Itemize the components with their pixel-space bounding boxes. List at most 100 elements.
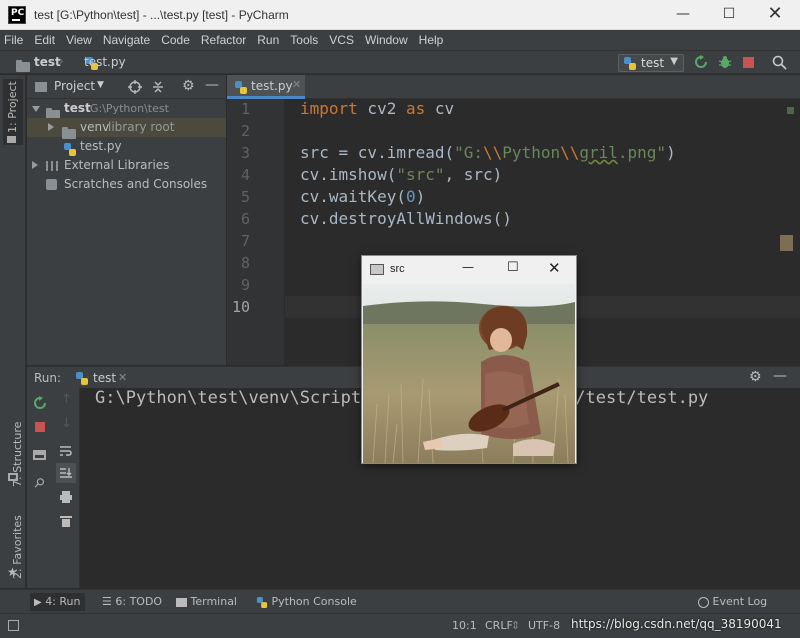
tree-item-label: External Libraries xyxy=(64,158,170,172)
code-line-1: import cv2 as cv xyxy=(300,99,455,118)
console-output-end: n/test/test.py xyxy=(565,388,709,408)
line-number: 6 xyxy=(240,210,250,228)
collapse-all-icon[interactable] xyxy=(151,80,165,94)
window-title-bar: PC test [G:\Python\test] - ...\test.py [… xyxy=(0,0,800,30)
scroll-to-end-icon xyxy=(60,468,72,478)
tree-item-test[interactable]: test G:\Python\test xyxy=(27,99,226,120)
soft-wrap-icon[interactable] xyxy=(59,444,73,458)
run-toolbar-left: ⚲ xyxy=(27,388,53,588)
close-icon[interactable]: ✕ xyxy=(548,259,561,277)
chevron-down-icon[interactable]: ▼ xyxy=(97,80,104,90)
minimize-icon[interactable]: — xyxy=(660,0,706,30)
run-tab[interactable]: test xyxy=(93,371,116,385)
search-icon[interactable] xyxy=(772,55,787,70)
settings-gear-icon[interactable]: ⚙ xyxy=(182,78,195,94)
menu-window[interactable]: Window xyxy=(365,33,408,47)
menu-code[interactable]: Code xyxy=(161,33,190,47)
code-line-3: src = cv.imread("G:\\Python\\gril.png") xyxy=(300,143,676,162)
menu-tools[interactable]: Tools xyxy=(290,33,318,47)
menu-edit[interactable]: Edit xyxy=(34,33,55,47)
editor-tab-label: test.py xyxy=(251,79,293,93)
line-number-current: 10 xyxy=(231,298,250,316)
run-configuration-select[interactable]: test ▼ xyxy=(618,54,684,72)
line-number: 2 xyxy=(240,122,250,140)
menu-vcs[interactable]: VCS xyxy=(329,33,354,47)
event-log-icon xyxy=(698,596,709,608)
menu-view[interactable]: View xyxy=(66,33,92,47)
scratches-icon xyxy=(46,179,57,190)
pin-icon[interactable]: ⚲ xyxy=(30,475,47,492)
stop-icon[interactable] xyxy=(35,422,45,432)
rerun-icon[interactable] xyxy=(694,55,708,69)
line-number: 5 xyxy=(240,188,250,206)
menu-refactor[interactable]: Refactor xyxy=(201,33,246,47)
up-arrow-icon[interactable]: ↑ xyxy=(61,392,72,407)
tool-tab-terminal[interactable]: Terminal xyxy=(176,593,237,611)
locate-icon[interactable] xyxy=(128,80,142,94)
rerun-icon[interactable] xyxy=(33,396,47,410)
tree-item-external-libraries[interactable]: External Libraries xyxy=(27,156,226,175)
project-tool-tab-label: 1: Project xyxy=(6,81,19,133)
close-tab-icon[interactable]: ✕ xyxy=(118,371,127,384)
status-bar: 10:1 CRLF ⇕ UTF-8 https://blog.csdn.net/… xyxy=(0,613,800,638)
project-view-icon xyxy=(35,82,47,92)
line-number: 8 xyxy=(240,254,250,272)
run-label: Run: xyxy=(34,371,62,385)
collapsed-arrow-icon xyxy=(48,123,54,131)
image-window[interactable]: src — ☐ ✕ xyxy=(361,255,577,464)
tool-tab-run[interactable]: ▶ 4: Run xyxy=(30,593,85,611)
hide-panel-icon[interactable]: — xyxy=(773,368,787,384)
python-console-icon xyxy=(256,596,268,608)
tree-item-label: test.py xyxy=(80,139,122,153)
menu-run[interactable]: Run xyxy=(257,33,279,47)
tool-tab-event-log[interactable]: Event Log xyxy=(698,593,767,611)
tree-item-label: Scratches and Consoles xyxy=(64,177,208,191)
close-tab-icon[interactable]: ✕ xyxy=(292,78,301,91)
scrollbar-thumb[interactable] xyxy=(780,235,793,251)
menu-file[interactable]: File xyxy=(4,33,23,47)
hide-panel-icon[interactable]: — xyxy=(205,77,219,93)
tool-tab-todo[interactable]: ☰ 6: TODO xyxy=(102,593,162,611)
caret-position[interactable]: 10:1 xyxy=(452,619,477,632)
tool-tab-python-console[interactable]: Python Console xyxy=(256,593,357,611)
layout-icon[interactable] xyxy=(33,450,46,460)
minimize-icon[interactable]: — xyxy=(462,260,474,274)
code-line-6: cv.destroyAllWindows() xyxy=(300,209,512,228)
tree-item-venv[interactable]: venv library root xyxy=(27,118,226,139)
structure-icon xyxy=(8,473,18,481)
editor-tab-test-py[interactable]: test.py ✕ xyxy=(227,75,305,99)
tree-item-scratches[interactable]: Scratches and Consoles xyxy=(27,175,226,194)
file-encoding[interactable]: UTF-8 xyxy=(528,619,560,632)
tree-item-test-py[interactable]: test.py xyxy=(27,137,226,156)
image-window-title: src xyxy=(390,263,405,275)
down-arrow-icon[interactable]: ↓ xyxy=(61,416,72,431)
scroll-to-end-toggle[interactable] xyxy=(56,463,76,483)
run-toolbar-right: ↑ ↓ xyxy=(53,388,80,588)
breadcrumb-file[interactable]: test.py xyxy=(84,55,126,69)
tool-windows-toggle-icon[interactable] xyxy=(8,620,19,631)
line-separator-chevron-icon: ⇕ xyxy=(511,619,521,632)
line-number: 1 xyxy=(240,100,250,118)
tree-item-label: test xyxy=(64,101,91,115)
maximize-icon[interactable]: ☐ xyxy=(706,0,752,30)
menu-navigate[interactable]: Navigate xyxy=(103,33,150,47)
project-tool-tab[interactable]: 1: Project xyxy=(3,79,23,145)
project-view-select[interactable]: Project xyxy=(54,79,95,93)
maximize-icon[interactable]: ☐ xyxy=(507,260,519,275)
stop-icon[interactable] xyxy=(743,57,754,68)
project-panel: Project ▼ ⚙ — test G:\Python\test venv l… xyxy=(27,75,226,365)
line-number: 7 xyxy=(240,232,250,250)
menu-help[interactable]: Help xyxy=(419,33,444,47)
breadcrumb-project[interactable]: test xyxy=(34,55,61,69)
debug-icon[interactable] xyxy=(718,55,732,69)
line-separator[interactable]: CRLF xyxy=(485,619,513,632)
close-icon[interactable]: ✕ xyxy=(752,0,798,30)
settings-gear-icon[interactable]: ⚙ xyxy=(749,369,762,385)
trash-icon[interactable] xyxy=(59,514,73,528)
print-icon[interactable] xyxy=(59,490,73,504)
code-line-5: cv.waitKey(0) xyxy=(300,187,426,206)
left-tool-stripe: 1: Project 7: Structure 2: Favorites ★ xyxy=(0,75,26,588)
console-output-start: G:\Python\test\venv\Scripts xyxy=(95,388,372,408)
code-line-4: cv.imshow("src", src) xyxy=(300,165,503,184)
folder-icon xyxy=(16,59,30,72)
